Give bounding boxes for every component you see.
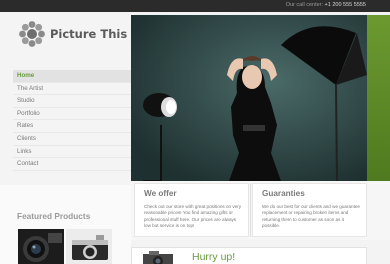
promo-camera-image[interactable] (137, 250, 181, 264)
logo[interactable]: Picture This (18, 19, 127, 49)
guarantees-card: Guaranties We do our best for our client… (252, 183, 367, 237)
nav-item-contact[interactable]: Contact (13, 158, 131, 171)
top-bar: Our call center: +1 200 555 5555 (0, 0, 390, 12)
nav-item-home[interactable]: Home (13, 70, 131, 83)
logo-text: Picture This (50, 27, 128, 41)
we-offer-heading: We offer (144, 189, 177, 198)
we-offer-text: Check out our store with great positions… (144, 204, 242, 229)
hero-image (131, 15, 367, 181)
call-center-number[interactable]: +1 200 555 5555 (325, 2, 366, 8)
photographer-studio-photo (131, 15, 367, 181)
nav-item-clients[interactable]: Clients (13, 133, 131, 146)
nav-item-links[interactable]: Links (13, 146, 131, 159)
guarantees-heading: Guaranties (262, 189, 305, 198)
camera-lens-image (18, 229, 64, 264)
retro-camera-image (66, 229, 112, 264)
nav-item-rates[interactable]: Rates (13, 120, 131, 133)
section-divider (250, 183, 251, 237)
nav-item-studio[interactable]: Studio (13, 95, 131, 108)
promo-heading: Hurry up! (192, 251, 236, 263)
featured-product-thumbnail[interactable] (18, 229, 64, 264)
nav-item-portfolio[interactable]: Portfolio (13, 108, 131, 121)
call-center-info: Our call center: +1 200 555 5555 (286, 2, 366, 8)
featured-products-heading: Featured Products (17, 211, 91, 221)
main-nav: Home The Artist Studio Portfolio Rates C… (13, 70, 131, 171)
featured-product-thumbnail[interactable] (66, 229, 112, 264)
nav-item-the-artist[interactable]: The Artist (13, 83, 131, 96)
we-offer-card: We offer Check out our store with great … (134, 183, 249, 237)
guarantees-text: We do our best for our clients and we gu… (262, 204, 360, 229)
aperture-logo-icon (19, 21, 45, 47)
call-center-label: Our call center: (285, 2, 324, 8)
accent-strip (367, 15, 390, 181)
